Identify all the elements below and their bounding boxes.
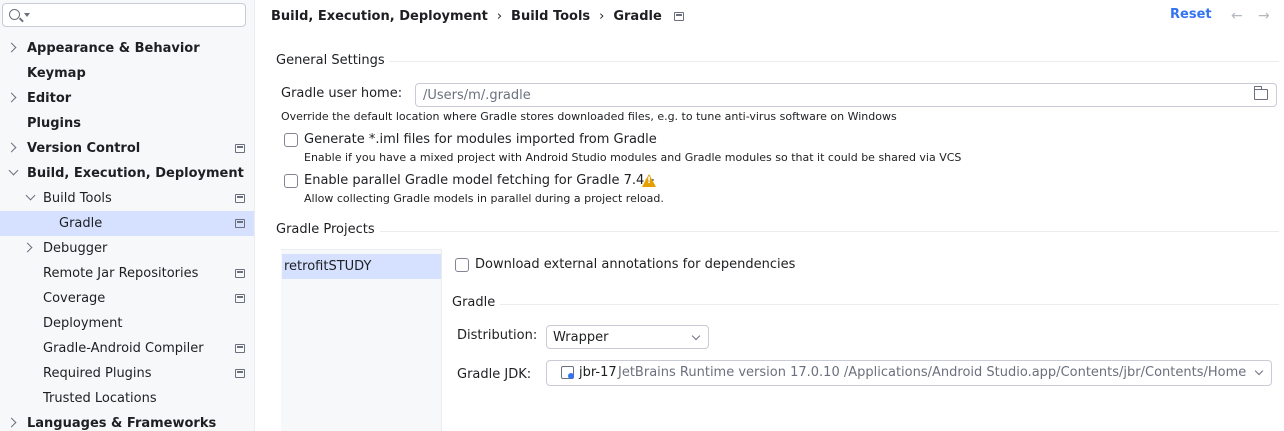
- sidebar-item-languages-frameworks[interactable]: Languages & Frameworks: [0, 411, 254, 431]
- sidebar-item-required-plugins[interactable]: Required Plugins: [0, 361, 254, 386]
- sidebar-item-debugger[interactable]: Debugger: [0, 236, 254, 261]
- chevron-down-icon[interactable]: [8, 165, 19, 176]
- sidebar-item-build-execution-deployment[interactable]: Build, Execution, Deployment: [0, 161, 254, 186]
- reset-button[interactable]: Reset: [1170, 7, 1212, 22]
- sidebar-item-label: Plugins: [27, 116, 81, 131]
- sidebar-item-label: Gradle: [59, 216, 103, 231]
- download-annotations-checkbox[interactable]: [455, 258, 469, 272]
- distribution-label: Distribution:: [457, 328, 538, 343]
- gradle-projects-list: retrofitSTUDY: [281, 249, 442, 431]
- chevron-down-icon[interactable]: [25, 190, 36, 201]
- gradle-projects-title: Gradle Projects: [276, 222, 375, 237]
- download-annotations-label[interactable]: Download external annotations for depend…: [475, 257, 795, 272]
- generate-iml-checkbox[interactable]: [284, 133, 298, 147]
- gradle-jdk-select[interactable]: jbr-17 JetBrains Runtime version 17.0.10…: [546, 360, 1272, 386]
- project-level-icon: [235, 294, 245, 303]
- jdk-name: jbr-17: [579, 365, 617, 380]
- parallel-fetching-checkbox[interactable]: [284, 174, 298, 188]
- sidebar-item-build-tools[interactable]: Build Tools: [0, 186, 254, 211]
- generate-iml-label[interactable]: Generate *.iml files for modules importe…: [304, 132, 657, 147]
- parallel-fetching-label[interactable]: Enable parallel Gradle model fetching fo…: [304, 173, 655, 188]
- section-divider: [500, 304, 1279, 305]
- sidebar-item-label: Version Control: [27, 141, 141, 156]
- breadcrumb-item: Gradle: [613, 8, 662, 24]
- project-level-icon: [235, 144, 245, 153]
- sidebar-item-appearance-behavior[interactable]: Appearance & Behavior: [0, 36, 254, 61]
- settings-search-input[interactable]: [2, 3, 246, 27]
- sidebar-item-label: Build, Execution, Deployment: [27, 166, 244, 181]
- project-level-icon: [235, 219, 245, 228]
- chevron-right-icon[interactable]: [22, 242, 33, 253]
- sidebar-item-label: Deployment: [43, 316, 123, 331]
- warning-icon: [642, 174, 656, 187]
- search-history-dropdown-icon[interactable]: [24, 13, 30, 17]
- gradle-user-home-label: Gradle user home:: [281, 86, 403, 101]
- breadcrumb-separator: ›: [599, 8, 605, 24]
- sidebar-item-label: Keymap: [27, 66, 86, 81]
- sidebar-item-coverage[interactable]: Coverage: [0, 286, 254, 311]
- chevron-right-icon[interactable]: [6, 42, 17, 53]
- settings-sidebar: Appearance & Behavior Keymap Editor Plug…: [0, 0, 255, 431]
- list-item[interactable]: retrofitSTUDY: [282, 254, 441, 279]
- breadcrumb-separator: ›: [496, 8, 503, 24]
- search-icon: [9, 9, 20, 20]
- sidebar-item-label: Required Plugins: [43, 366, 152, 381]
- folder-icon[interactable]: [1254, 86, 1268, 100]
- chevron-right-icon[interactable]: [6, 92, 17, 103]
- chevron-down-icon: [1254, 366, 1264, 376]
- gradle-user-home-placeholder: /Users/m/.gradle: [423, 88, 531, 103]
- project-level-icon: [235, 194, 245, 203]
- sidebar-item-label: Trusted Locations: [43, 391, 157, 406]
- chevron-right-icon[interactable]: [6, 142, 17, 153]
- sidebar-item-trusted-locations[interactable]: Trusted Locations: [0, 386, 254, 411]
- sidebar-item-deployment[interactable]: Deployment: [0, 311, 254, 336]
- sidebar-item-label: Editor: [27, 91, 72, 106]
- project-level-icon: [235, 269, 245, 278]
- sidebar-item-label: Languages & Frameworks: [27, 416, 217, 431]
- sidebar-item-plugins[interactable]: Plugins: [0, 111, 254, 136]
- jdk-icon: [561, 366, 574, 379]
- gradle-jdk-label: Gradle JDK:: [457, 367, 532, 382]
- gradle-user-home-field[interactable]: /Users/m/.gradle: [415, 83, 1277, 107]
- back-arrow-icon[interactable]: ←: [1231, 9, 1245, 23]
- breadcrumb-item[interactable]: Build Tools: [511, 9, 590, 24]
- sidebar-item-label: Build Tools: [43, 191, 112, 206]
- chevron-right-icon[interactable]: [6, 417, 17, 428]
- sidebar-item-label: Appearance & Behavior: [27, 41, 200, 56]
- sidebar-item-gradle-android-compiler[interactable]: Gradle-Android Compiler: [0, 336, 254, 361]
- gradle-subtitle: Gradle: [452, 295, 496, 310]
- chevron-down-icon: [691, 331, 701, 341]
- sidebar-item-label: Coverage: [43, 291, 106, 306]
- sidebar-item-remote-jar-repositories[interactable]: Remote Jar Repositories: [0, 261, 254, 286]
- forward-arrow-icon[interactable]: →: [1258, 9, 1272, 23]
- breadcrumb-item[interactable]: Build, Execution, Deployment: [271, 9, 488, 24]
- distribution-value: Wrapper: [553, 330, 609, 345]
- project-level-icon: [235, 344, 245, 353]
- sidebar-item-version-control[interactable]: Version Control: [0, 136, 254, 161]
- sidebar-item-label: Gradle-Android Compiler: [43, 341, 204, 356]
- gradle-user-home-hint: Override the default location where Grad…: [281, 110, 897, 123]
- generate-iml-hint: Enable if you have a mixed project with …: [304, 151, 962, 164]
- section-divider: [380, 231, 1279, 232]
- jdk-detail: JetBrains Runtime version 17.0.10 /Appli…: [618, 365, 1247, 380]
- section-divider: [389, 61, 1279, 62]
- sidebar-item-gradle[interactable]: Gradle: [0, 211, 254, 236]
- general-settings-title: General Settings: [276, 53, 385, 68]
- distribution-select[interactable]: Wrapper: [546, 325, 709, 349]
- project-level-icon: [673, 11, 684, 21]
- sidebar-item-label: Remote Jar Repositories: [43, 266, 199, 281]
- sidebar-item-label: Debugger: [43, 241, 108, 256]
- parallel-fetching-hint: Allow collecting Gradle models in parall…: [304, 192, 664, 205]
- breadcrumb: Build, Execution, Deployment › Build Too…: [271, 7, 684, 25]
- sidebar-item-keymap[interactable]: Keymap: [0, 61, 254, 86]
- sidebar-item-editor[interactable]: Editor: [0, 86, 254, 111]
- project-level-icon: [235, 369, 245, 378]
